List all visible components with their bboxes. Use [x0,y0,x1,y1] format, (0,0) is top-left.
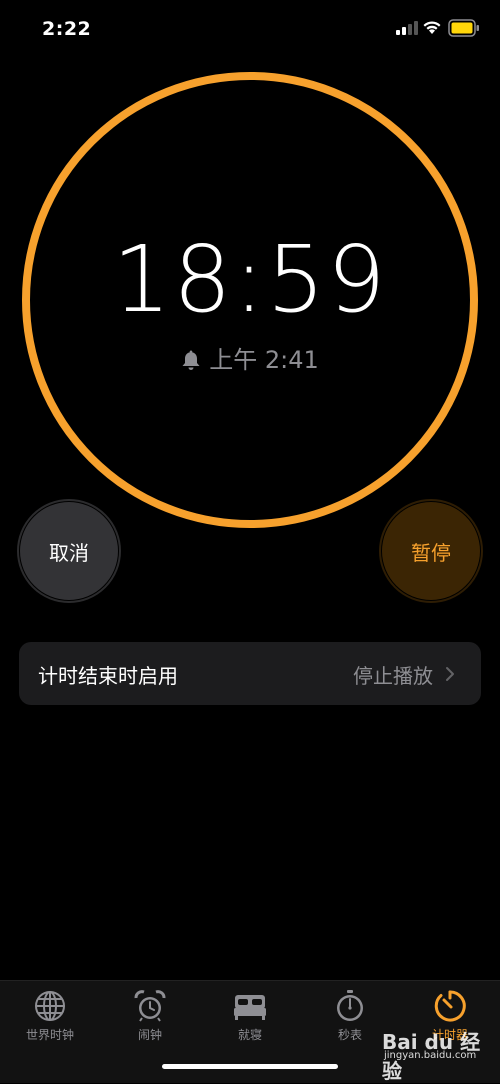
alarm-clock-icon [134,990,166,1022]
bell-icon [182,350,200,370]
tab-world-clock-label: 世界时钟 [25,1028,74,1042]
tab-bedtime-label: 就寝 [237,1028,262,1042]
wifi-icon [423,21,441,34]
watermark-url: jingyan.baidu.com [384,1050,477,1061]
cancel-button[interactable]: 取消 [17,499,121,603]
when-timer-ends-value: 停止播放 [353,664,433,688]
timer-icon [434,990,466,1022]
home-indicator[interactable] [162,1064,338,1069]
tab-alarm[interactable]: 闹钟 [100,989,200,1049]
cancel-button-label: 取消 [49,540,89,565]
tab-alarm-label: 闹钟 [137,1028,162,1042]
bed-icon [234,995,266,1020]
tab-bedtime[interactable]: 就寝 [200,989,300,1049]
timer-end-time: 上午 2:41 [0,344,500,376]
cellular-signal-icon [396,21,418,35]
stopwatch-icon [337,990,363,1021]
status-bar: 2:22 [0,0,500,60]
status-time: 2:22 [42,18,92,40]
chevron-right-icon [446,667,454,681]
pause-button-label: 暂停 [411,540,451,565]
battery-icon [448,19,479,37]
alarm-time-label: 上午 2:41 [209,346,319,374]
timer-countdown: 18:59 [112,226,388,333]
baidu-jingyan-watermark: Bai du 经验 jingyan.baidu.com [380,1026,500,1083]
pause-button[interactable]: 暂停 [379,499,483,603]
when-timer-ends-label: 计时结束时启用 [38,664,178,688]
when-timer-ends-row[interactable]: 计时结束时启用 停止播放 [19,642,481,705]
globe-icon [35,991,65,1021]
tab-world-clock[interactable]: 世界时钟 [0,989,100,1049]
